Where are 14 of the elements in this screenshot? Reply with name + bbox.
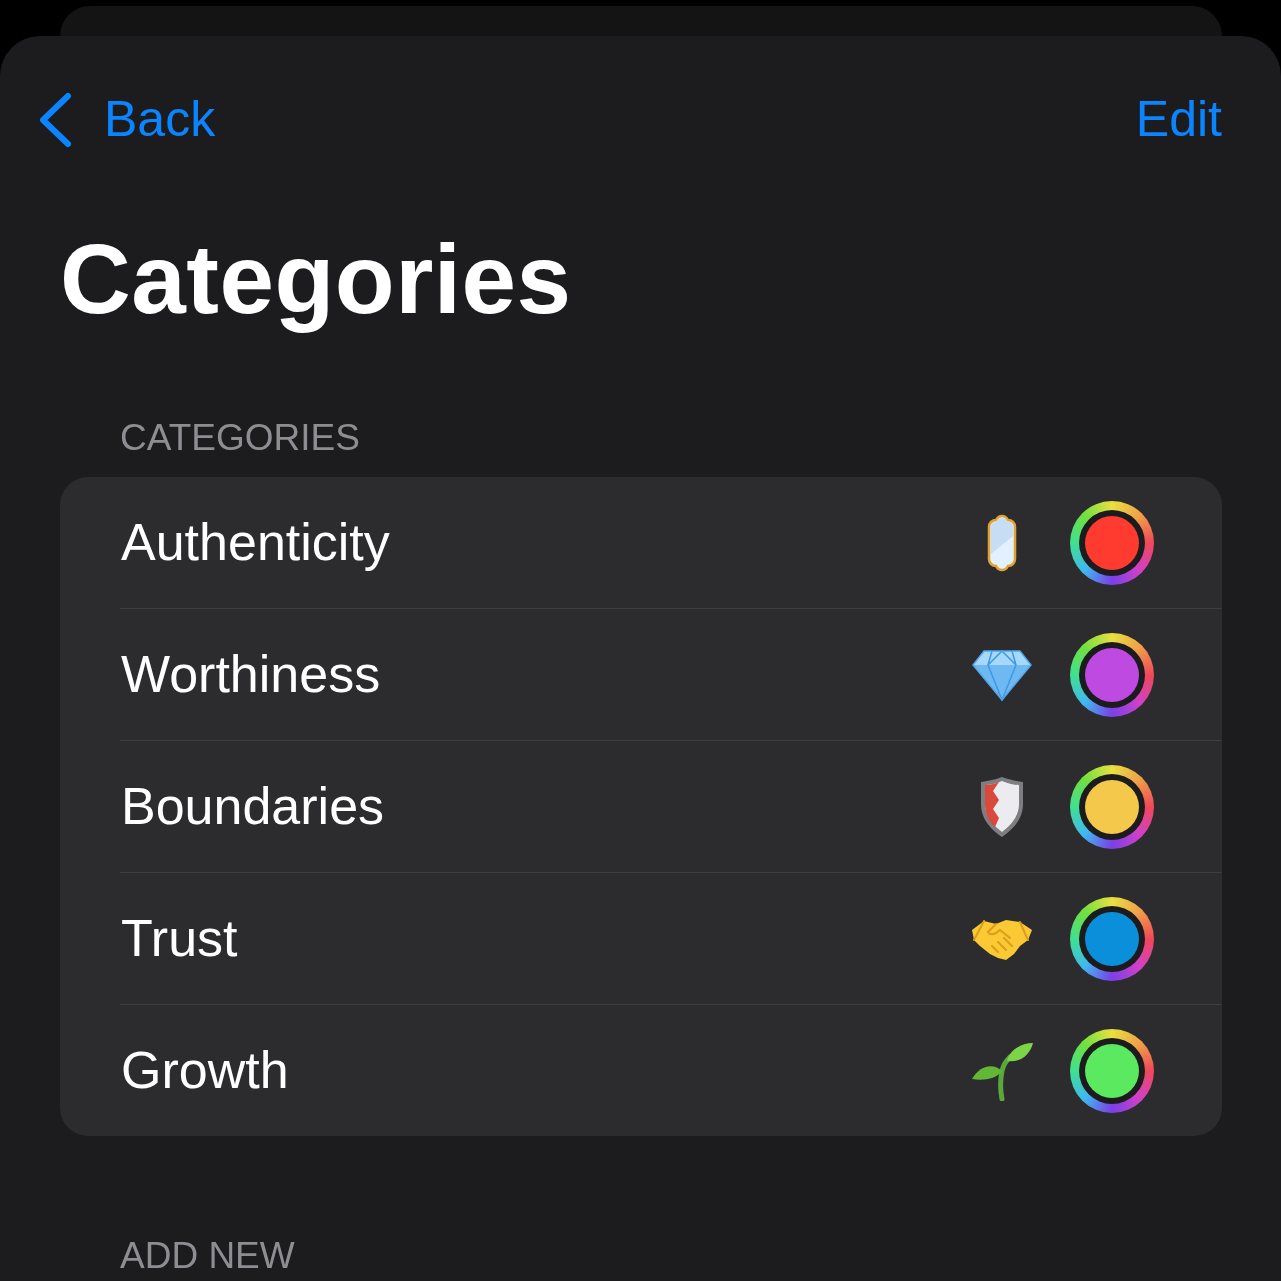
page-title: Categories — [60, 223, 573, 336]
shield-icon — [980, 775, 1024, 838]
section-header: CATEGORIES — [120, 416, 361, 460]
chevron-left-icon — [38, 92, 72, 148]
category-name[interactable]: Trust — [121, 908, 238, 969]
category-name[interactable]: Boundaries — [121, 776, 385, 837]
gem-icon — [972, 648, 1032, 701]
category-name[interactable]: Growth — [121, 1040, 289, 1101]
section-header: ADD NEW — [120, 1236, 296, 1277]
edit-button[interactable]: Edit — [1135, 91, 1222, 149]
category-name[interactable]: Worthiness — [121, 644, 381, 705]
category-name[interactable]: Authenticity — [121, 512, 390, 573]
back-button[interactable]: Back — [38, 91, 216, 149]
seedling-icon — [970, 1040, 1034, 1101]
